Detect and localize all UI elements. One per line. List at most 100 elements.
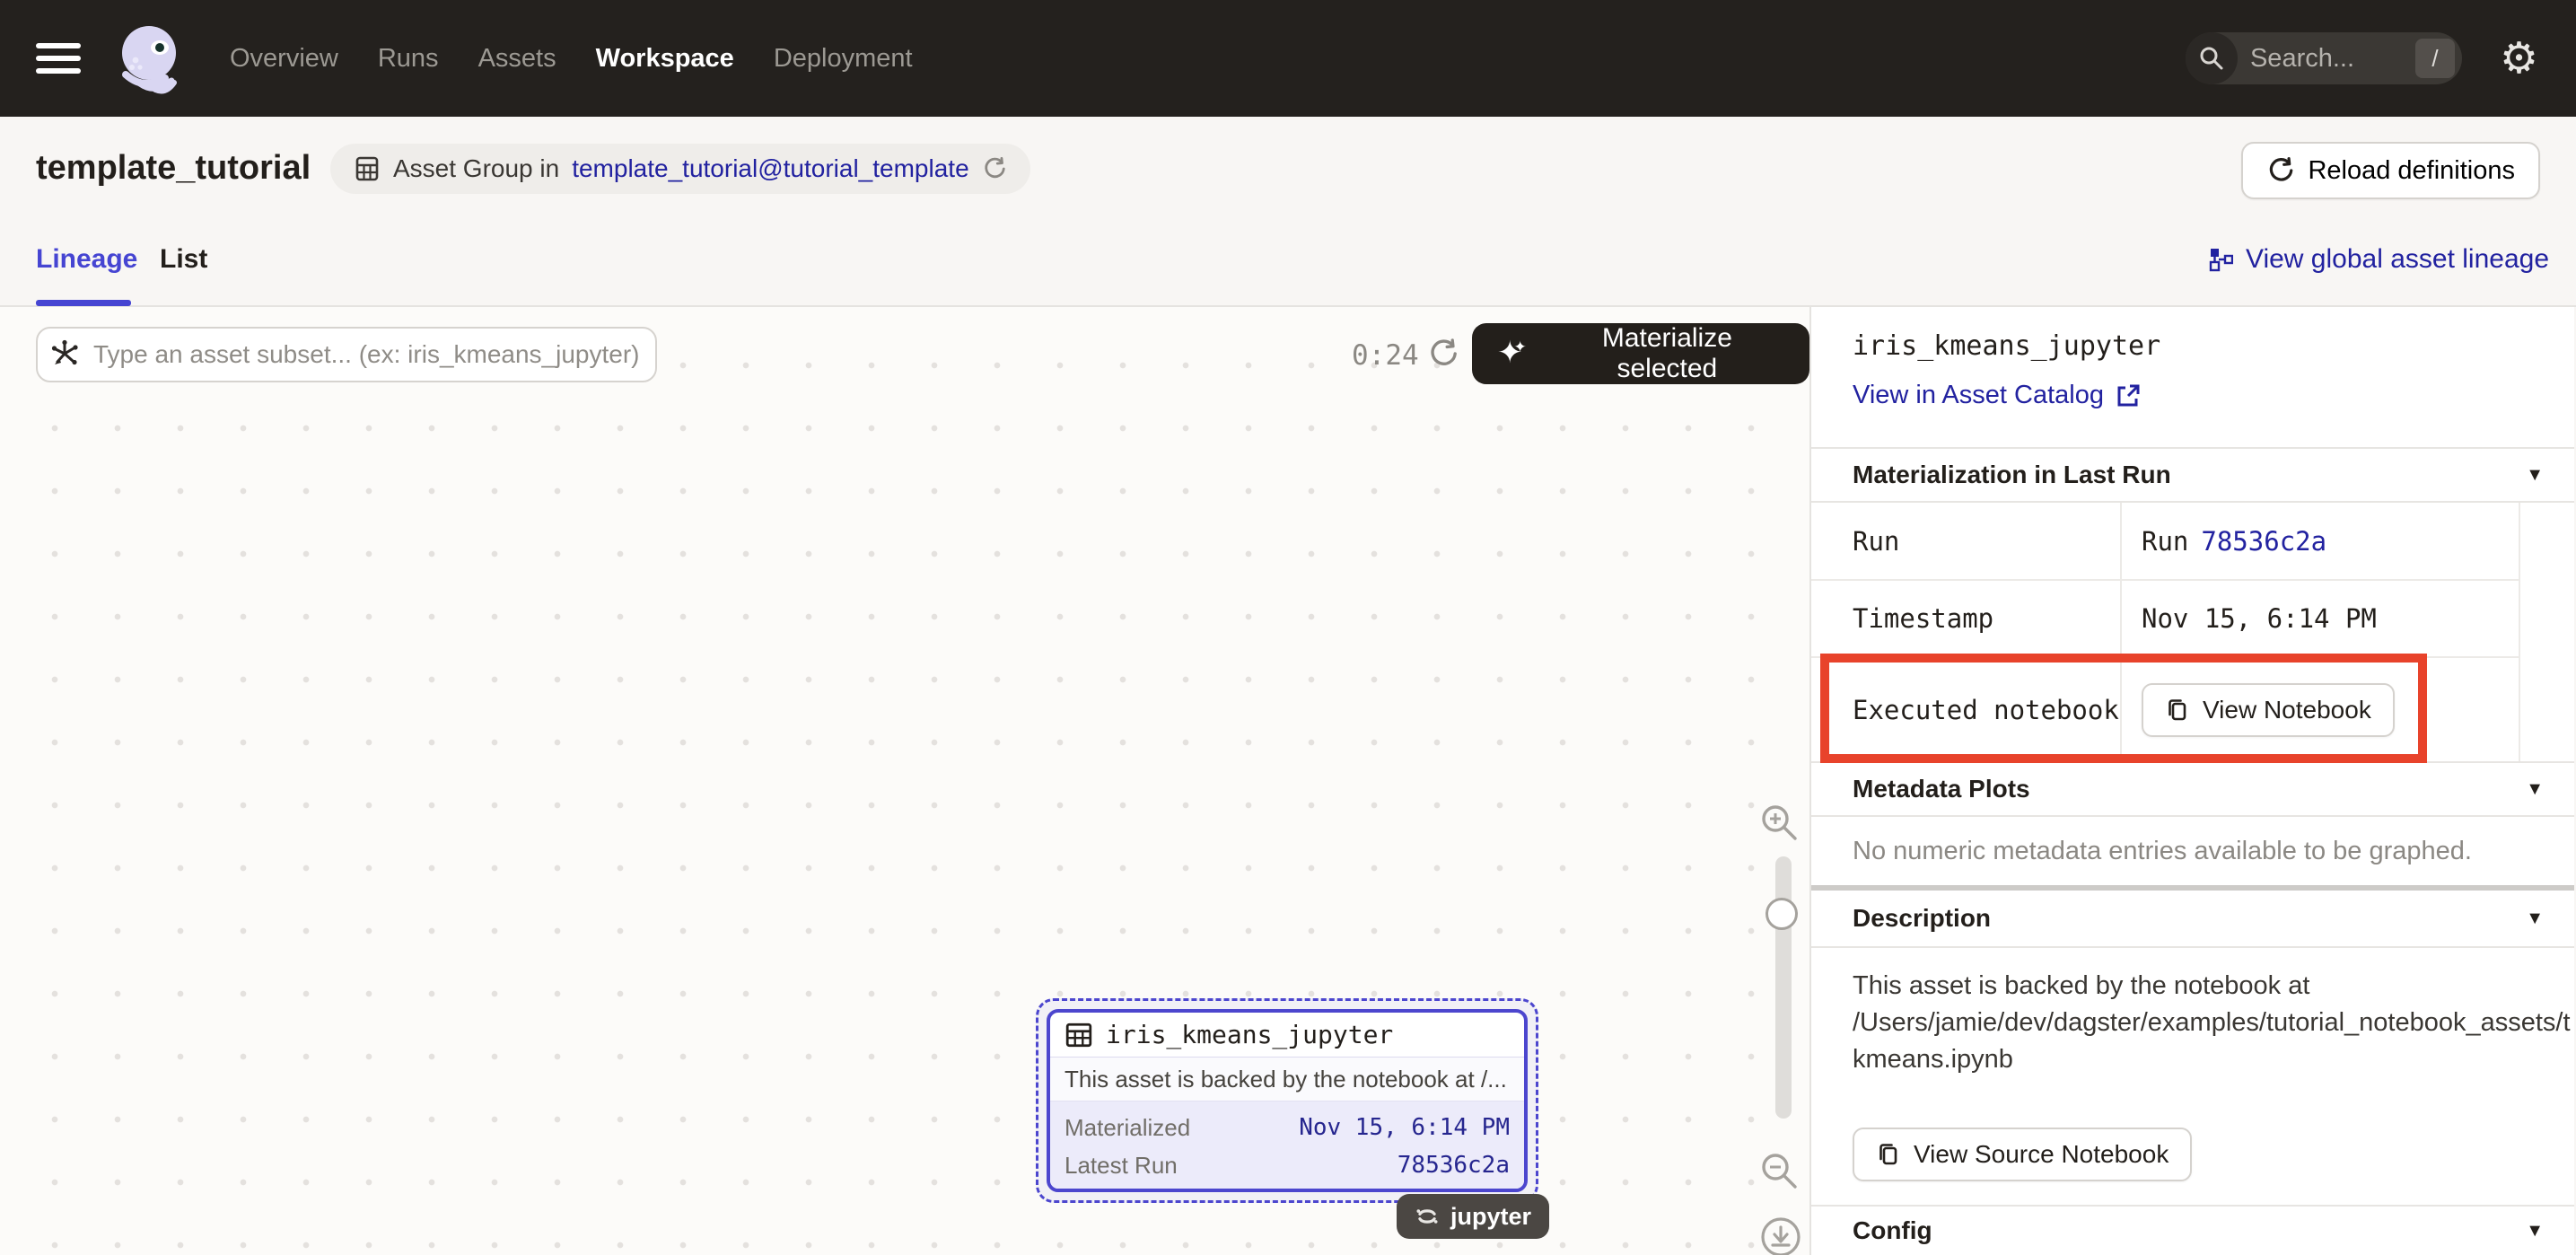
copy-icon — [1876, 1142, 1901, 1167]
chevron-down-icon[interactable]: ▼ — [2526, 779, 2544, 800]
table-row-run: Run Run 78536c2a — [1811, 503, 2519, 581]
asset-node-stats: Materialized Nov 15, 6:14 PM Latest Run … — [1050, 1101, 1524, 1191]
top-nav: Overview Runs Assets Workspace Deploymen… — [0, 0, 2576, 117]
zoom-in-icon[interactable] — [1757, 801, 1801, 844]
view-in-asset-catalog-label: View in Asset Catalog — [1853, 381, 2104, 410]
asset-node[interactable]: iris_kmeans_jupyter This asset is backed… — [1047, 1009, 1528, 1192]
asset-detail-sidebar: iris_kmeans_jupyter View in Asset Catalo… — [1811, 307, 2574, 1255]
view-source-notebook-button[interactable]: View Source Notebook — [1853, 1128, 2192, 1181]
view-global-asset-lineage-link[interactable]: View global asset lineage — [2208, 244, 2549, 275]
view-notebook-button[interactable]: View Notebook — [2142, 683, 2395, 737]
sidebar-asset-name: iris_kmeans_jupyter — [1853, 330, 2160, 362]
table-row-timestamp: Timestamp Nov 15, 6:14 PM — [1811, 581, 2519, 658]
fit-view-button[interactable] — [1759, 1216, 1802, 1255]
timestamp-label: Timestamp — [1811, 603, 2120, 634]
latest-run-row: Latest Run 78536c2a — [1065, 1146, 1510, 1184]
active-tab-underline — [36, 300, 131, 306]
zoom-slider-handle[interactable] — [1766, 898, 1798, 930]
refresh-icon — [2266, 156, 2295, 185]
reload-group-icon[interactable] — [982, 156, 1007, 181]
materialized-label: Materialized — [1065, 1114, 1190, 1142]
tab-list[interactable]: List — [160, 244, 207, 275]
chevron-down-icon[interactable]: ▼ — [2526, 908, 2544, 929]
dagster-logo[interactable] — [111, 21, 187, 96]
nav-item-deployment[interactable]: Deployment — [774, 44, 913, 74]
slash-shortcut-badge: / — [2415, 39, 2455, 78]
latest-run-value[interactable]: 78536c2a — [1398, 1152, 1510, 1179]
zoom-slider[interactable] — [1775, 856, 1792, 1119]
nav-item-workspace[interactable]: Workspace — [596, 44, 734, 74]
reload-definitions-label: Reload definitions — [2308, 156, 2515, 186]
run-value: Run 78536c2a — [2120, 526, 2326, 557]
search-placeholder: Search... — [2250, 44, 2415, 74]
nav-item-runs[interactable]: Runs — [378, 44, 439, 74]
chevron-down-icon[interactable]: ▼ — [2526, 465, 2544, 486]
sparkles-icon: ✦✦ — [1497, 338, 1536, 370]
latest-run-label: Latest Run — [1065, 1152, 1178, 1180]
view-global-asset-lineage-label: View global asset lineage — [2246, 244, 2549, 275]
section-title: Config — [1853, 1216, 1932, 1245]
last-run-table: Run Run 78536c2a Timestamp Nov 15, 6:14 … — [1811, 503, 2520, 761]
materialize-selected-label: Materialize selected — [1550, 323, 1784, 384]
zoom-out-icon[interactable] — [1757, 1149, 1801, 1192]
asset-filter-input[interactable] — [36, 327, 657, 382]
executed-notebook-label: Executed notebook — [1811, 695, 2120, 725]
section-title: Description — [1853, 904, 1991, 933]
lineage-graph-panel[interactable]: 0:24 ✦✦ Materialize selected iris_kmeans… — [0, 307, 1811, 1255]
asset-node-description: This asset is backed by the notebook at … — [1050, 1058, 1524, 1101]
section-config[interactable]: Config ▼ — [1811, 1205, 2574, 1255]
asset-group-grid-icon — [354, 155, 381, 182]
main-content: 0:24 ✦✦ Materialize selected iris_kmeans… — [0, 307, 2576, 1255]
page-title: template_tutorial — [36, 149, 311, 188]
asset-node-header: iris_kmeans_jupyter — [1050, 1013, 1524, 1058]
materialize-selected-button[interactable]: ✦✦ Materialize selected — [1472, 323, 1809, 384]
description-text: This asset is backed by the notebook at … — [1853, 968, 2560, 1078]
timestamp-value: Nov 15, 6:14 PM — [2120, 603, 2377, 634]
run-value-prefix: Run — [2142, 526, 2188, 557]
section-materialization-last-run[interactable]: Materialization in Last Run ▼ — [1811, 447, 2574, 503]
table-row-executed-notebook: Executed notebook View Notebook — [1811, 658, 2519, 761]
table-icon — [1065, 1021, 1093, 1049]
settings-gear-button[interactable]: ⚙ — [2500, 37, 2538, 80]
nav-links: Overview Runs Assets Workspace Deploymen… — [230, 44, 913, 74]
run-id-link[interactable]: 78536c2a — [2201, 526, 2326, 557]
search-input[interactable]: Search... / — [2186, 32, 2462, 84]
render-timer: 0:24 — [1352, 339, 1419, 372]
search-icon — [2186, 32, 2238, 84]
jupyter-tag[interactable]: jupyter — [1397, 1194, 1549, 1239]
metadata-plots-empty-message: No numeric metadata entries available to… — [1853, 837, 2472, 866]
tab-lineage[interactable]: Lineage — [36, 244, 137, 275]
jupyter-icon — [1415, 1204, 1440, 1229]
view-in-asset-catalog-link[interactable]: View in Asset Catalog — [1853, 381, 2142, 410]
hamburger-menu-button[interactable] — [36, 43, 81, 74]
materialized-row: Materialized Nov 15, 6:14 PM — [1065, 1109, 1510, 1146]
external-link-icon — [2115, 382, 2142, 409]
lineage-icon — [2208, 247, 2233, 272]
copy-icon — [2165, 698, 2190, 723]
description-line: This asset is backed by the notebook at — [1853, 968, 2560, 1005]
description-line: /Users/jamie/dev/dagster/examples/tutori… — [1853, 1005, 2560, 1041]
table-column-divider — [2120, 503, 2122, 761]
jupyter-tag-label: jupyter — [1450, 1203, 1531, 1231]
asset-node-name: iris_kmeans_jupyter — [1106, 1020, 1393, 1049]
reload-definitions-button[interactable]: Reload definitions — [2241, 142, 2540, 199]
asset-group-link[interactable]: template_tutorial@tutorial_template — [572, 154, 968, 183]
description-line: kmeans.ipynb — [1853, 1041, 2560, 1078]
view-source-notebook-label: View Source Notebook — [1914, 1140, 2169, 1169]
run-label: Run — [1811, 526, 2120, 557]
asset-group-label: Asset Group in — [393, 154, 559, 183]
materialized-value[interactable]: Nov 15, 6:14 PM — [1299, 1114, 1510, 1141]
refresh-graph-icon[interactable] — [1427, 338, 1459, 370]
nav-item-assets[interactable]: Assets — [478, 44, 556, 74]
nav-item-overview[interactable]: Overview — [230, 44, 338, 74]
section-title: Metadata Plots — [1853, 775, 2030, 803]
section-description[interactable]: Description ▼ — [1811, 891, 2574, 948]
asset-group-pill: Asset Group in template_tutorial@tutoria… — [330, 144, 1030, 194]
page-header: template_tutorial Asset Group in templat… — [0, 117, 2576, 307]
chevron-down-icon[interactable]: ▼ — [2526, 1221, 2544, 1242]
section-metadata-plots[interactable]: Metadata Plots ▼ — [1811, 761, 2574, 817]
view-notebook-label: View Notebook — [2203, 696, 2371, 724]
dagster-app: Overview Runs Assets Workspace Deploymen… — [0, 0, 2576, 1255]
asset-node-selection[interactable]: iris_kmeans_jupyter This asset is backed… — [1036, 998, 1538, 1203]
section-title: Materialization in Last Run — [1853, 461, 2171, 489]
